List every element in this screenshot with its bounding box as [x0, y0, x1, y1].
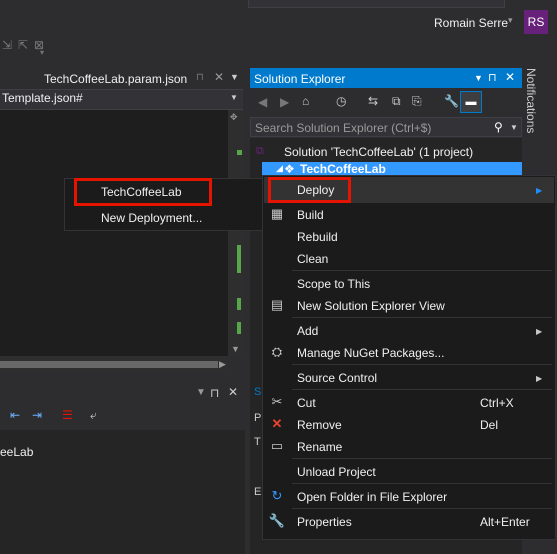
history-icon[interactable]: ◷: [336, 94, 346, 108]
close-icon[interactable]: ✕: [214, 70, 224, 84]
change-marker: [237, 150, 242, 155]
preview-icon[interactable]: ▬: [460, 91, 482, 113]
collapse-all-icon[interactable]: ⧉: [392, 94, 401, 109]
menu-item-add[interactable]: Add: [297, 324, 318, 338]
menu-item-open-folder[interactable]: Open Folder in File Explorer: [297, 490, 447, 504]
vertical-scrollbar[interactable]: [228, 110, 244, 356]
scroll-down-icon[interactable]: ▼: [231, 344, 240, 354]
menu-item-scope-to-this[interactable]: Scope to This: [297, 277, 370, 291]
align-right-icon[interactable]: ⇥: [32, 408, 42, 422]
align-left-icon[interactable]: ⇤: [10, 408, 20, 422]
tab-edge-label: E: [254, 486, 262, 498]
editor-tab[interactable]: TechCoffeeLab.param.json: [44, 72, 187, 86]
change-marker: [237, 245, 241, 273]
menu-item-manage-nuget[interactable]: Manage NuGet Packages...: [297, 346, 444, 360]
horizontal-scroll-thumb[interactable]: [0, 361, 218, 368]
chevron-down-icon[interactable]: ▼: [230, 93, 238, 102]
chevron-down-icon[interactable]: ▼: [196, 387, 206, 398]
submenu-arrow-icon: ▶: [536, 327, 543, 336]
menu-separator: [292, 458, 552, 459]
output-panel: [0, 430, 245, 554]
properties-shortcut: Alt+Enter: [480, 515, 530, 529]
sync-icon[interactable]: ⇆: [368, 94, 378, 108]
tree-item-project-label: TechCoffeeLab: [300, 162, 386, 176]
close-icon[interactable]: ✕: [505, 70, 515, 84]
chevron-down-icon[interactable]: ▼: [474, 73, 483, 83]
project-icon: ❖: [284, 162, 295, 176]
cut-shortcut: Ctrl+X: [480, 396, 514, 410]
avatar[interactable]: RS: [524, 10, 548, 34]
menu-item-new-solution-explorer-view[interactable]: New Solution Explorer View: [297, 299, 445, 313]
toolbar-tool-icon[interactable]: ⇲: [2, 38, 12, 52]
change-marker: [237, 298, 241, 310]
scroll-right-icon[interactable]: ▶: [219, 359, 226, 370]
menu-item-rename[interactable]: Rename: [297, 440, 342, 454]
pin-icon[interactable]: ⊓: [210, 386, 219, 400]
change-marker: [237, 322, 241, 334]
toolbar-overflow-icon[interactable]: ▾: [40, 48, 44, 57]
output-panel-header: [0, 383, 245, 403]
rename-icon: ▭: [270, 438, 284, 453]
menu-item-remove[interactable]: Remove: [297, 418, 342, 432]
tab-edge-label: T: [254, 436, 261, 448]
close-icon[interactable]: ✕: [228, 385, 238, 399]
menu-item-unload-project[interactable]: Unload Project: [297, 465, 376, 479]
navigation-combo-value: Template.json#: [2, 91, 83, 105]
menu-item-new-deployment[interactable]: New Deployment...: [101, 211, 202, 225]
menu-separator: [292, 270, 552, 271]
menu-item-build[interactable]: Build: [297, 208, 324, 222]
lower-se-panel-edge: [250, 384, 262, 554]
toolbar-tool-icon[interactable]: ⇱: [18, 38, 28, 52]
submenu-arrow-icon: ▶: [536, 186, 543, 195]
notifications-tab[interactable]: Notifications: [524, 68, 538, 133]
menu-item-techcoffeelab[interactable]: TechCoffeeLab: [101, 185, 182, 199]
menu-item-deploy[interactable]: Deploy: [297, 183, 334, 197]
solution-icon: ⧉: [256, 145, 264, 157]
submenu-arrow-icon: ▶: [536, 374, 543, 383]
word-wrap-icon[interactable]: ⤶: [90, 408, 97, 423]
tab-edge-label: S: [254, 386, 262, 398]
menu-separator: [292, 364, 552, 365]
menu-item-properties[interactable]: Properties: [297, 515, 352, 529]
menu-item-cut[interactable]: Cut: [297, 396, 316, 410]
menu-item-clean[interactable]: Clean: [297, 252, 328, 266]
refresh-folder-icon: ↻: [271, 488, 283, 503]
tree-item-solution[interactable]: Solution 'TechCoffeeLab' (1 project): [284, 145, 473, 159]
wrench-icon: 🔧: [268, 513, 286, 528]
chevron-down-icon[interactable]: ▼: [230, 72, 239, 82]
menu-separator: [292, 317, 552, 318]
solution-explorer-search-placeholder: Search Solution Explorer (Ctrl+$): [255, 121, 432, 135]
expand-icon[interactable]: ◢: [276, 163, 283, 174]
home-icon[interactable]: ⌂: [302, 94, 309, 108]
remove-shortcut: Del: [480, 418, 499, 432]
remove-icon: ✕: [271, 416, 283, 431]
back-icon[interactable]: ◀: [258, 95, 267, 109]
menu-item-rebuild[interactable]: Rebuild: [297, 230, 338, 244]
pin-icon[interactable]: ⊓: [488, 71, 497, 84]
code-editor[interactable]: [0, 110, 228, 356]
build-icon: ▦: [270, 206, 284, 221]
forward-icon[interactable]: ▶: [280, 95, 289, 109]
tab-edge-label: P: [254, 412, 262, 424]
chevron-down-icon[interactable]: ▼: [510, 123, 518, 132]
properties-icon[interactable]: 🔧: [444, 94, 459, 108]
menu-separator: [292, 508, 552, 509]
menu-separator: [292, 389, 552, 390]
split-icon[interactable]: ✥: [230, 112, 238, 123]
menu-item-source-control[interactable]: Source Control: [297, 371, 377, 385]
pin-icon[interactable]: ⊓: [196, 72, 204, 83]
user-name[interactable]: Romain Serre: [434, 16, 508, 30]
new-view-icon: ▤: [270, 297, 284, 312]
scissors-icon: ✂: [271, 394, 283, 409]
show-all-files-icon[interactable]: ⎘: [412, 94, 422, 109]
solution-explorer-title: Solution Explorer: [254, 72, 346, 86]
user-menu-chevron-icon[interactable]: ▾: [508, 15, 513, 26]
output-text: eeLab: [0, 445, 34, 459]
nuget-icon: ⛭: [271, 344, 283, 359]
quick-launch-input[interactable]: [248, 0, 505, 8]
search-icon[interactable]: ⚲: [494, 120, 503, 134]
menu-separator: [292, 483, 552, 484]
clear-icon[interactable]: ☰: [62, 408, 73, 422]
